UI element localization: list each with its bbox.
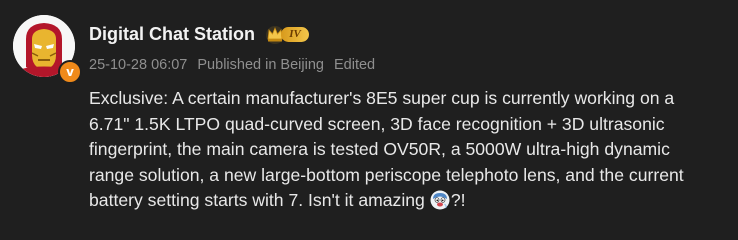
- post-timestamp: 25-10-28 06:07: [89, 57, 188, 73]
- vip-level-badge[interactable]: IV: [265, 23, 313, 45]
- post-edited-label[interactable]: Edited: [334, 57, 375, 73]
- doge-emoji-icon: [430, 190, 450, 210]
- post-content: Exclusive: A certain manufacturer's 8E5 …: [89, 86, 729, 214]
- post-content-line: fingerprint, the main camera is tested O…: [89, 139, 670, 160]
- post-content-last-line: battery setting starts with 7. Isn't it …: [89, 188, 729, 214]
- post-content-line: 6.71" 1.5K LTPO quad-curved screen, 3D f…: [89, 113, 665, 134]
- weibo-post: v Digital Chat Station IV 25-10-28 06:07…: [0, 0, 738, 240]
- post-content-line: range solution, a new large-bottom peris…: [89, 164, 684, 185]
- post-location: Published in Beijing: [197, 57, 324, 73]
- verified-v-icon: v: [58, 60, 82, 84]
- post-meta: 25-10-28 06:07 Published in Beijing Edit…: [89, 56, 381, 74]
- post-content-line: Exclusive: A certain manufacturer's 8E5 …: [89, 88, 675, 108]
- post-content-line: battery setting starts with 7. Isn't it …: [89, 190, 425, 211]
- author-name[interactable]: Digital Chat Station: [89, 23, 255, 45]
- post-content-ending: ?!: [450, 190, 466, 211]
- vip-level-label: IV: [281, 27, 309, 42]
